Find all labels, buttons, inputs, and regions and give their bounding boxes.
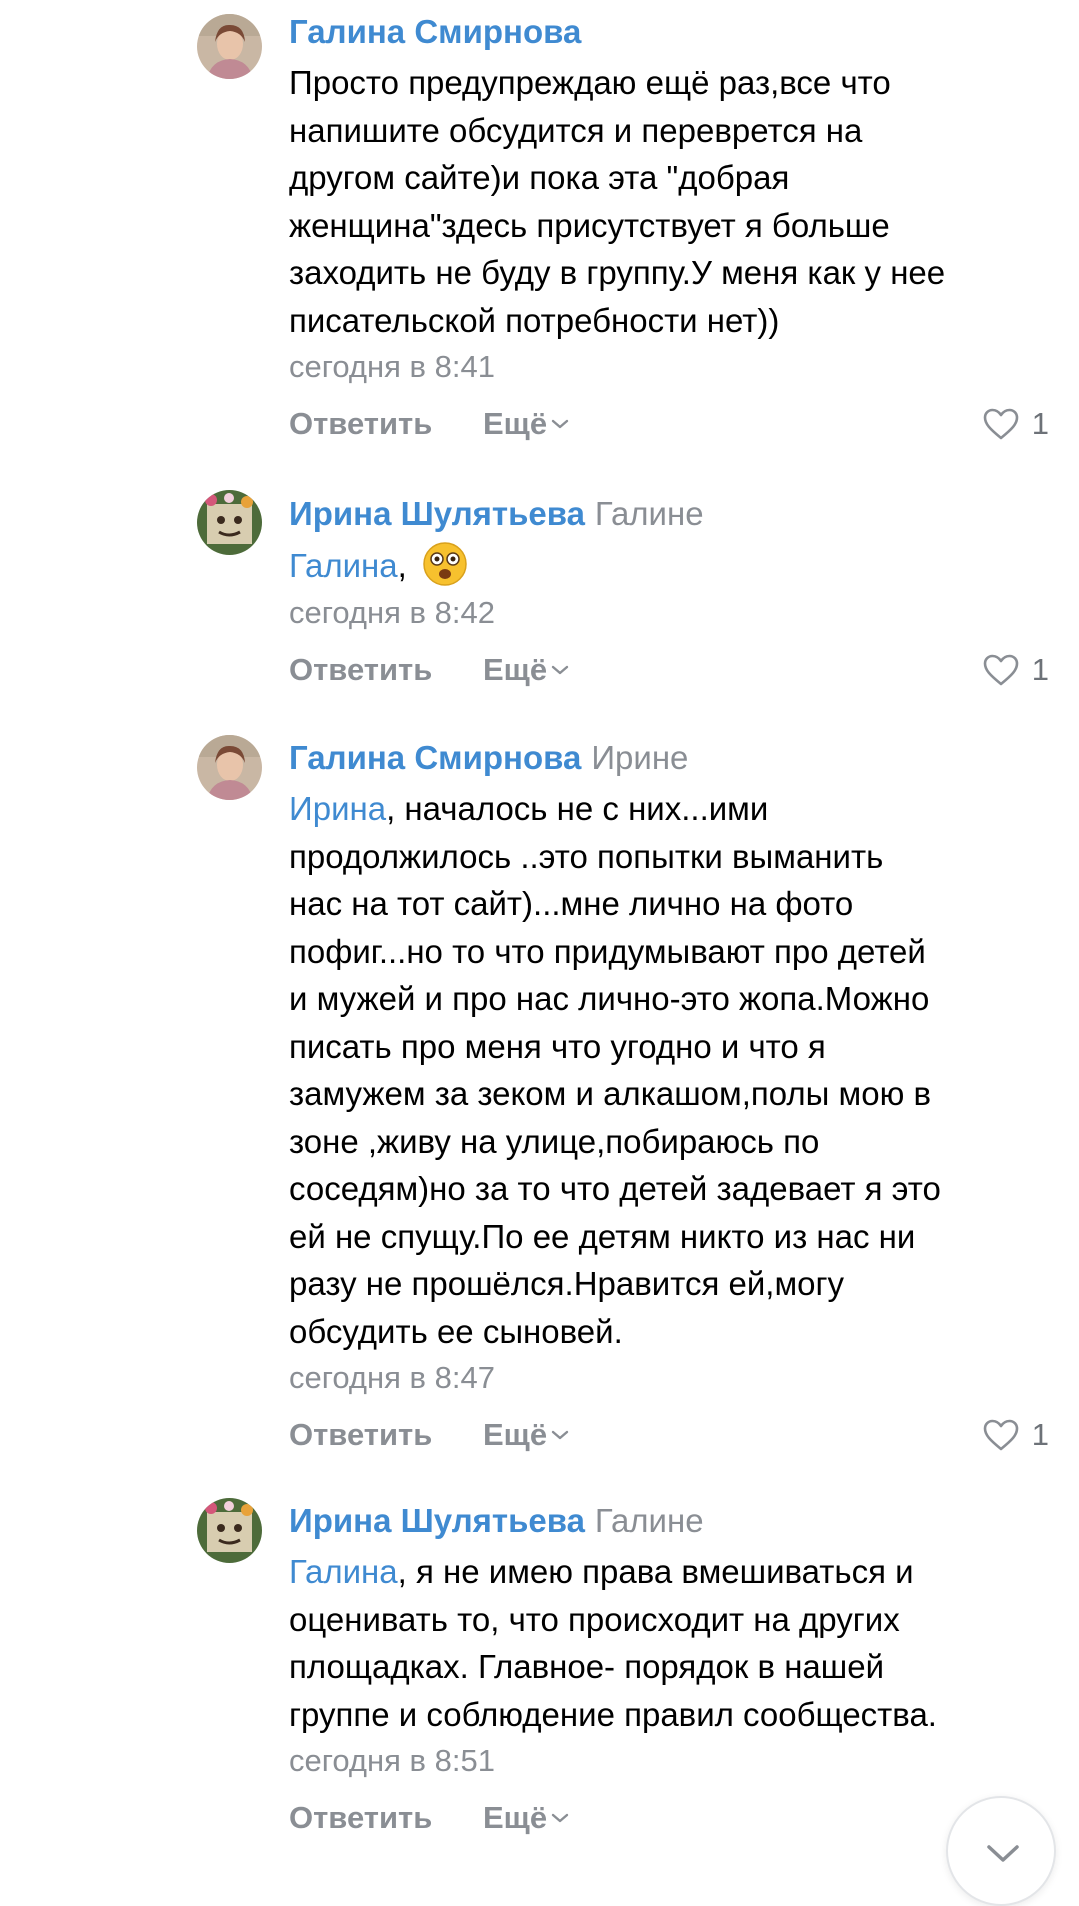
comment-time: сегодня в 8:47 xyxy=(289,1360,495,1395)
comment-actions: Ответить Ещё 1 xyxy=(289,650,1049,690)
astonished-emoji-icon xyxy=(423,542,467,586)
comment-actions: Ответить Ещё 1 xyxy=(289,1415,1049,1455)
more-label: Ещё xyxy=(483,1417,548,1452)
comment-actions: Ответить Ещё 1 xyxy=(289,404,1049,444)
heart-outline-icon xyxy=(983,654,1019,685)
chevron-down-icon xyxy=(987,1845,1019,1862)
chevron-down-icon xyxy=(551,665,569,674)
reply-button[interactable]: Ответить xyxy=(289,404,432,444)
comment-author[interactable]: Галина Смирнова xyxy=(289,739,581,776)
avatar[interactable] xyxy=(197,490,262,555)
comment-time: сегодня в 8:42 xyxy=(289,594,495,630)
mention-link[interactable]: Ирина xyxy=(289,790,386,827)
chevron-down-icon xyxy=(551,419,569,429)
reply-button[interactable]: Ответить xyxy=(289,1415,432,1455)
like-button[interactable]: 1 xyxy=(982,404,1049,444)
mention-link[interactable]: Галина xyxy=(289,1553,398,1590)
reply-button[interactable]: Ответить xyxy=(289,650,432,690)
like-count: 1 xyxy=(1031,406,1049,441)
like-count: 1 xyxy=(1031,651,1049,687)
comment-time: сегодня в 8:51 xyxy=(289,1743,495,1778)
like-count: 1 xyxy=(1031,1417,1049,1452)
scroll-down-button[interactable] xyxy=(946,1796,1056,1906)
more-button[interactable]: Ещё xyxy=(483,1415,569,1455)
reply-to[interactable]: Галине xyxy=(595,495,704,532)
more-label: Ещё xyxy=(483,651,548,687)
more-button[interactable]: Ещё xyxy=(483,650,569,690)
more-button[interactable]: Ещё xyxy=(483,1798,569,1838)
avatar[interactable] xyxy=(197,14,262,79)
more-label: Ещё xyxy=(483,1800,548,1835)
heart-outline-icon xyxy=(983,408,1019,440)
avatar[interactable] xyxy=(197,735,262,800)
mention-link[interactable]: Галина xyxy=(289,547,398,584)
more-button[interactable]: Ещё xyxy=(483,404,569,444)
comment-text: Ирина, началось не с них...ими продолжил… xyxy=(289,785,1049,1355)
comment-text-content: , xyxy=(397,547,416,584)
heart-outline-icon xyxy=(983,1419,1019,1451)
comment-text: Галина, xyxy=(289,541,1049,590)
comment-actions: Ответить Ещё xyxy=(289,1798,1049,1838)
comment-author[interactable]: Ирина Шулятьева xyxy=(289,495,585,532)
like-button[interactable]: 1 xyxy=(982,1415,1049,1455)
reply-to[interactable]: Ирине xyxy=(591,739,688,776)
reply-button[interactable]: Ответить xyxy=(289,1798,432,1838)
more-label: Ещё xyxy=(483,406,548,441)
comment-text: Просто предупреждаю ещё раз,все что напи… xyxy=(289,64,946,339)
comment-text: Галина, я не имею права вмешиваться и оц… xyxy=(289,1548,1049,1738)
comment-author[interactable]: Ирина Шулятьева xyxy=(289,1502,585,1539)
comment-time: сегодня в 8:41 xyxy=(289,349,495,384)
chevron-down-icon xyxy=(551,1813,569,1823)
reply-to[interactable]: Галине xyxy=(595,1502,704,1539)
comment-author[interactable]: Галина Смирнова xyxy=(289,13,581,50)
avatar[interactable] xyxy=(197,1498,262,1563)
comment-text-content: , началось не с них...ими продолжилось .… xyxy=(289,790,941,1350)
like-button[interactable]: 1 xyxy=(982,650,1049,690)
chevron-down-icon xyxy=(551,1430,569,1440)
